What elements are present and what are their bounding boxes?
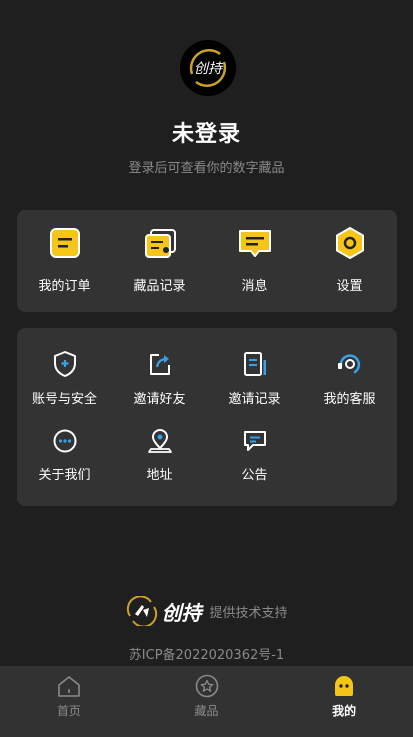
quick-menu-label: 设置 [336,279,363,294]
tab-label: 我的 [332,704,357,718]
home-icon [58,676,80,697]
location-icon [147,429,172,453]
announcement-icon [243,431,266,451]
login-hint: 登录后可查看你的数字藏品 [128,161,285,176]
support-text: 提供技术支持 [209,605,288,621]
service-item-invite-record[interactable]: 邀请记录 [207,350,302,407]
service-item-about-us[interactable]: 关于我们 [17,428,112,483]
bottom-tab-bar: 首页 藏品 我的 [0,666,413,737]
share-icon [149,354,170,375]
tab-label: 首页 [56,704,81,718]
quick-menu-item-orders[interactable]: 我的订单 [17,226,112,294]
customer-service-icon [337,354,360,374]
service-item-account-security[interactable]: 账号与安全 [17,350,112,407]
tab-label: 藏品 [194,704,219,718]
quick-menu-label: 藏品记录 [133,279,186,294]
service-menu-label: 地址 [146,468,173,483]
service-item-address[interactable]: 地址 [112,428,207,483]
settings-icon [335,227,364,259]
service-item-invite-friends[interactable]: 邀请好友 [112,350,207,407]
service-menu-label: 邀请记录 [228,392,281,407]
quick-menu-item-message[interactable]: 消息 [207,226,302,294]
quick-menu-card: 我的订单 藏品记录 消息 设置 [17,210,397,312]
avatar[interactable]: 创持 [180,40,236,96]
service-menu-label: 账号与安全 [31,392,97,407]
document-icon [243,352,266,376]
collection-record-icon [144,229,176,258]
tab-mine[interactable]: 我的 [275,666,413,737]
service-item-customer-service[interactable]: 我的客服 [302,350,397,407]
service-menu-label: 我的客服 [323,392,376,407]
quick-menu-item-collection-record[interactable]: 藏品记录 [112,226,207,294]
service-menu-label: 公告 [241,468,268,483]
tech-support-brand: 创持 提供技术支持 [0,596,413,626]
profile-icon [335,676,354,696]
quick-menu-label: 消息 [241,279,268,294]
login-status-title[interactable]: 未登录 [0,116,413,148]
tab-home[interactable]: 首页 [0,666,138,737]
message-icon [238,230,271,257]
more-dots-icon [53,429,76,453]
icp-record[interactable]: 苏ICP备2022020362号-1 [0,644,413,663]
service-menu-card: 账号与安全 邀请好友 邀请记录 我的客服 关于我们 地址 公告 [17,328,397,506]
quick-menu-item-settings[interactable]: 设置 [302,226,397,294]
avatar-logo-text: 创持 [194,61,224,77]
quick-menu-label: 我的订单 [38,279,91,294]
service-menu-label: 邀请好友 [133,392,186,407]
profile-page: 创持 未登录 登录后可查看你的数字藏品 我的订单 藏品记录 消息 设置 账号与安… [0,0,413,737]
shield-icon [53,351,76,377]
brand-logo-icon: 创持 [180,40,236,96]
brand-name: 创持 [161,600,202,625]
brand-mark-icon [127,596,158,626]
star-icon [195,674,218,698]
service-menu-label: 关于我们 [38,468,91,483]
tab-collection[interactable]: 藏品 [138,666,276,737]
service-item-announcement[interactable]: 公告 [207,428,302,483]
order-icon [49,228,80,258]
